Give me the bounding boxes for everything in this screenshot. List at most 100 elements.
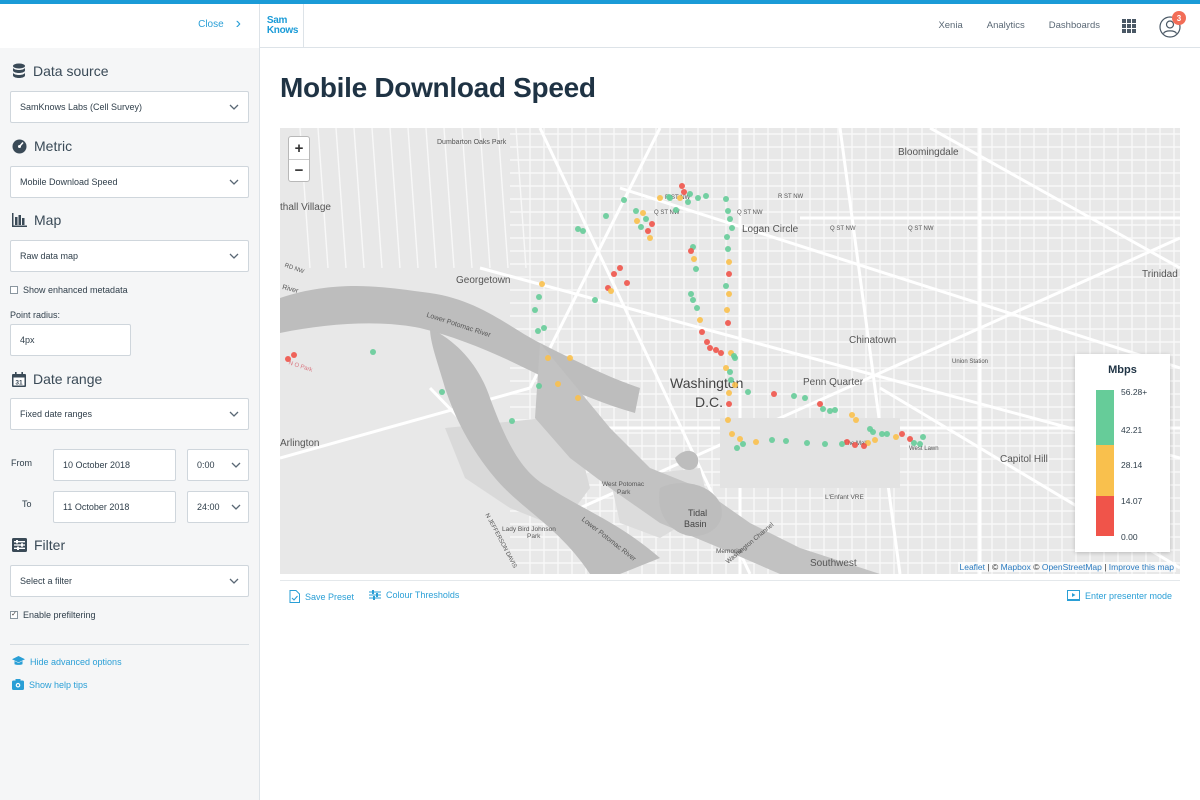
osm-link[interactable]: OpenStreetMap [1042, 562, 1102, 572]
speed-sample-point[interactable] [740, 441, 746, 447]
speed-sample-point[interactable] [688, 291, 694, 297]
speed-sample-point[interactable] [723, 283, 729, 289]
speed-sample-point[interactable] [853, 417, 859, 423]
speed-sample-point[interactable] [726, 390, 732, 396]
speed-sample-point[interactable] [592, 297, 598, 303]
speed-sample-point[interactable] [723, 196, 729, 202]
colour-thresholds-button[interactable]: Colour Thresholds [369, 590, 459, 600]
speed-sample-point[interactable] [536, 383, 542, 389]
map-type-select[interactable]: Raw data map [10, 240, 249, 272]
speed-sample-point[interactable] [771, 391, 777, 397]
speed-sample-point[interactable] [725, 417, 731, 423]
speed-sample-point[interactable] [608, 288, 614, 294]
speed-sample-point[interactable] [872, 437, 878, 443]
speed-sample-point[interactable] [567, 355, 573, 361]
leaflet-link[interactable]: Leaflet [960, 562, 986, 572]
speed-sample-point[interactable] [911, 440, 917, 446]
speed-sample-point[interactable] [713, 347, 719, 353]
speed-sample-point[interactable] [791, 393, 797, 399]
speed-sample-point[interactable] [699, 329, 705, 335]
speed-sample-point[interactable] [535, 328, 541, 334]
improve-map-link[interactable]: Improve this map [1109, 562, 1174, 572]
speed-sample-point[interactable] [640, 210, 646, 216]
speed-sample-point[interactable] [745, 389, 751, 395]
speed-sample-point[interactable] [893, 434, 899, 440]
mapbox-link[interactable]: Mapbox [1001, 562, 1031, 572]
speed-sample-point[interactable] [726, 259, 732, 265]
speed-sample-point[interactable] [649, 221, 655, 227]
speed-sample-point[interactable] [624, 280, 630, 286]
speed-sample-point[interactable] [439, 389, 445, 395]
presenter-mode-button[interactable]: Enter presenter mode [1066, 590, 1172, 601]
speed-sample-point[interactable] [677, 195, 683, 201]
nav-dashboards[interactable]: Dashboards [1049, 20, 1100, 31]
speed-sample-point[interactable] [704, 339, 710, 345]
speed-sample-point[interactable] [870, 429, 876, 435]
speed-sample-point[interactable] [545, 355, 551, 361]
speed-sample-point[interactable] [726, 271, 732, 277]
speed-sample-point[interactable] [804, 440, 810, 446]
speed-sample-point[interactable] [673, 207, 679, 213]
speed-sample-point[interactable] [732, 355, 738, 361]
speed-sample-point[interactable] [884, 431, 890, 437]
from-date-input[interactable]: 10 October 2018 [53, 449, 176, 481]
speed-sample-point[interactable] [822, 441, 828, 447]
speed-sample-point[interactable] [724, 307, 730, 313]
speed-sample-point[interactable] [729, 431, 735, 437]
speed-sample-point[interactable] [839, 441, 845, 447]
speed-sample-point[interactable] [575, 226, 581, 232]
prefiltering-checkbox[interactable]: ✓ Enable prefiltering [10, 610, 96, 620]
nav-analytics[interactable]: Analytics [987, 20, 1025, 31]
speed-sample-point[interactable] [734, 445, 740, 451]
speed-sample-point[interactable] [611, 271, 617, 277]
speed-sample-point[interactable] [695, 195, 701, 201]
zoom-in-button[interactable]: + [289, 137, 309, 159]
speed-sample-point[interactable] [536, 294, 542, 300]
help-tips-link[interactable]: Show help tips [12, 679, 88, 690]
speed-sample-point[interactable] [820, 406, 826, 412]
speed-sample-point[interactable] [657, 195, 663, 201]
metric-select[interactable]: Mobile Download Speed [10, 166, 249, 198]
speed-sample-point[interactable] [633, 208, 639, 214]
checkbox-box[interactable] [10, 286, 18, 294]
speed-sample-point[interactable] [827, 408, 833, 414]
to-date-input[interactable]: 11 October 2018 [53, 491, 176, 523]
speed-sample-point[interactable] [817, 401, 823, 407]
speed-sample-point[interactable] [575, 395, 581, 401]
to-time-select[interactable]: 24:00 [187, 491, 249, 523]
filter-select[interactable]: Select a filter [10, 565, 249, 597]
map-container[interactable]: Dumbarton Oaks Park Bloomingdale thall V… [280, 128, 1180, 574]
speed-sample-point[interactable] [861, 443, 867, 449]
speed-sample-point[interactable] [727, 369, 733, 375]
speed-sample-point[interactable] [555, 381, 561, 387]
from-time-select[interactable]: 0:00 [187, 449, 249, 481]
speed-sample-point[interactable] [688, 248, 694, 254]
apps-grid-icon[interactable] [1122, 19, 1136, 33]
speed-sample-point[interactable] [370, 349, 376, 355]
save-preset-button[interactable]: Save Preset [289, 590, 354, 603]
speed-sample-point[interactable] [509, 418, 515, 424]
speed-sample-point[interactable] [667, 195, 673, 201]
speed-sample-point[interactable] [727, 216, 733, 222]
speed-sample-point[interactable] [647, 235, 653, 241]
speed-sample-point[interactable] [603, 213, 609, 219]
speed-sample-point[interactable] [617, 265, 623, 271]
hide-advanced-link[interactable]: Hide advanced options [12, 656, 122, 667]
speed-sample-point[interactable] [917, 441, 923, 447]
data-source-select[interactable]: SamKnows Labs (Cell Survey) [10, 91, 249, 123]
speed-sample-point[interactable] [532, 307, 538, 313]
speed-sample-point[interactable] [852, 442, 858, 448]
notification-badge[interactable]: 3 [1172, 11, 1186, 25]
speed-sample-point[interactable] [753, 439, 759, 445]
speed-sample-point[interactable] [685, 199, 691, 205]
speed-sample-point[interactable] [899, 431, 905, 437]
speed-sample-point[interactable] [694, 305, 700, 311]
speed-sample-point[interactable] [541, 325, 547, 331]
speed-sample-point[interactable] [634, 218, 640, 224]
speed-sample-point[interactable] [725, 320, 731, 326]
speed-sample-point[interactable] [783, 438, 789, 444]
zoom-out-button[interactable]: − [289, 159, 309, 181]
speed-sample-point[interactable] [645, 228, 651, 234]
speed-sample-point[interactable] [703, 193, 709, 199]
speed-sample-point[interactable] [725, 208, 731, 214]
